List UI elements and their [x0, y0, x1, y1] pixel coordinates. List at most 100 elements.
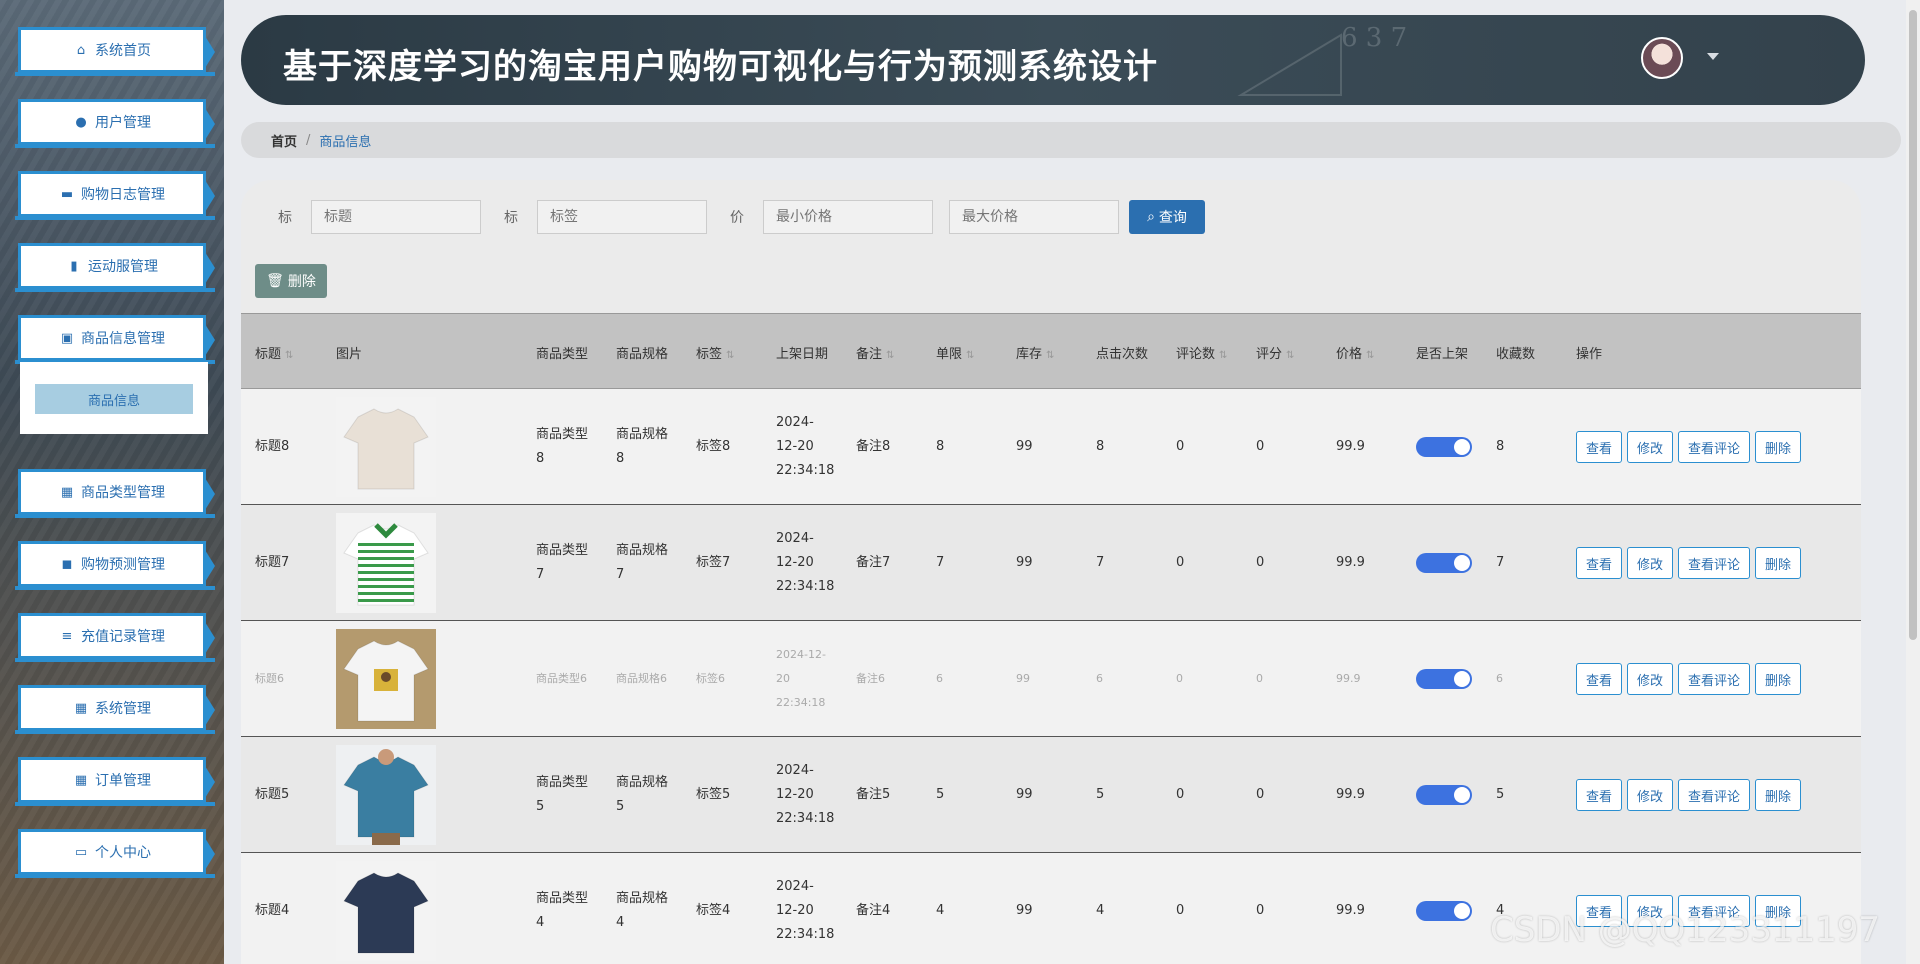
sidebar-item-shopping-log[interactable]: ▬ 购物日志管理	[15, 171, 215, 220]
view-button[interactable]: 查看	[1576, 779, 1623, 811]
cell-type: 商品类型4	[536, 891, 589, 930]
edit-button[interactable]: 修改	[1627, 779, 1674, 811]
scrollbar-thumb[interactable]	[1909, 10, 1917, 640]
col-score[interactable]: 评分 ⇅	[1256, 343, 1294, 362]
cell-fav: 7	[1496, 555, 1505, 570]
view-comments-button[interactable]: 查看评论	[1678, 779, 1751, 811]
cell-spec: 商品规格8	[616, 427, 669, 466]
sidebar-item-system[interactable]: ▦ 系统管理	[15, 685, 215, 734]
product-image[interactable]	[336, 745, 436, 845]
edit-button[interactable]: 修改	[1627, 431, 1674, 463]
sidebar-item-label: 商品类型管理	[81, 485, 165, 501]
cell-limit: 6	[936, 672, 943, 685]
sidebar-item-product-info[interactable]: ▣ 商品信息管理	[15, 315, 215, 364]
col-stock[interactable]: 库存 ⇅	[1016, 343, 1054, 362]
cell-price: 99.9	[1336, 555, 1365, 570]
edit-button[interactable]: 修改	[1627, 663, 1674, 695]
table-row: 标题6 商品类型6 商品规格6 标签6 2024-12-20 22:34:18 备注6 6 9…	[241, 621, 1861, 737]
sidebar-item-label: 购物预测管理	[81, 557, 165, 573]
product-image[interactable]	[336, 861, 436, 961]
col-tag[interactable]: 标签 ⇅	[696, 343, 734, 362]
online-toggle[interactable]	[1416, 785, 1472, 805]
cell-score: 0	[1256, 555, 1265, 570]
sidebar-item-label: 商品信息管理	[81, 331, 165, 347]
delete-button[interactable]: 删除	[1755, 547, 1802, 579]
sidebar-item-users[interactable]: ● 用户管理	[15, 99, 215, 148]
sidebar-item-product-type[interactable]: ▦ 商品类型管理	[15, 469, 215, 518]
avatar[interactable]	[1641, 37, 1683, 79]
product-image[interactable]	[336, 397, 436, 497]
cell-title: 标题6	[255, 672, 284, 685]
table-body: 标题8 商品类型8 商品规格8 标签8 2024-12-20 22:34:18 备注8 8 9…	[241, 389, 1861, 964]
sidebar-item-label: 系统首页	[95, 43, 151, 59]
view-comments-button[interactable]: 查看评论	[1678, 431, 1751, 463]
breadcrumb-current: 商品信息	[319, 134, 372, 150]
submenu-item-product-info[interactable]: 商品信息	[35, 384, 193, 414]
col-price[interactable]: 价格 ⇅	[1336, 343, 1374, 362]
search-button[interactable]: ⌕ 查询	[1129, 200, 1205, 234]
sidebar-item-orders[interactable]: ▦ 订单管理	[15, 757, 215, 806]
sidebar-item-label: 订单管理	[95, 773, 151, 789]
cell-limit: 4	[936, 903, 945, 918]
view-button[interactable]: 查看	[1576, 663, 1623, 695]
breadcrumb-home[interactable]: 首页	[271, 131, 297, 150]
card-icon: ▭	[74, 844, 88, 860]
delete-button[interactable]: 删除	[1755, 663, 1802, 695]
product-image[interactable]	[336, 513, 436, 613]
product-image[interactable]	[336, 629, 436, 729]
online-toggle[interactable]	[1416, 669, 1472, 689]
col-title[interactable]: 标题 ⇅	[255, 343, 293, 362]
online-toggle[interactable]	[1416, 437, 1472, 457]
sidebar-item-label: 系统管理	[95, 701, 151, 717]
online-toggle[interactable]	[1416, 553, 1472, 573]
min-price-input[interactable]	[763, 200, 933, 234]
col-comments[interactable]: 评论数 ⇅	[1176, 343, 1227, 362]
col-date: 上架日期	[776, 347, 829, 362]
main-panel: 标 标 价 ⌕查询 🗑删除 标题⇅ 图片 商品类型 商品规格 标签⇅ 上架日期 …	[241, 180, 1861, 964]
cell-spec: 商品规格7	[616, 543, 669, 582]
cell-price: 99.9	[1336, 439, 1365, 454]
cell-fav: 6	[1496, 672, 1503, 685]
col-actions: 操作	[1576, 347, 1603, 362]
monitor-icon: ▬	[60, 186, 74, 202]
cell-limit: 7	[936, 555, 945, 570]
price-filter-label: 价	[730, 210, 744, 226]
max-price-input[interactable]	[949, 200, 1119, 234]
batch-delete-button[interactable]: 🗑 删除	[255, 264, 327, 298]
chevron-down-icon[interactable]	[1707, 53, 1719, 60]
online-toggle[interactable]	[1416, 901, 1472, 921]
sidebar-item-recharge[interactable]: ≡ 充值记录管理	[15, 613, 215, 662]
cell-limit: 8	[936, 439, 945, 454]
title-filter-input[interactable]	[311, 200, 481, 234]
cell-date: 2024-12-20 22:34:18	[776, 648, 826, 709]
cell-spec: 商品规格4	[616, 891, 669, 930]
delete-button[interactable]: 删除	[1755, 431, 1802, 463]
sidebar-item-profile[interactable]: ▭ 个人中心	[15, 829, 215, 878]
cell-stock: 99	[1016, 439, 1033, 454]
cell-title: 标题8	[255, 439, 290, 454]
view-comments-button[interactable]: 查看评论	[1678, 547, 1751, 579]
col-limit[interactable]: 单限 ⇅	[936, 343, 974, 362]
view-comments-button[interactable]: 查看评论	[1678, 663, 1751, 695]
tag-filter-input[interactable]	[537, 200, 707, 234]
view-button[interactable]: 查看	[1576, 547, 1623, 579]
grid-icon: ▦	[74, 772, 88, 788]
scrollbar[interactable]	[1906, 0, 1920, 964]
cell-clicks: 6	[1096, 672, 1103, 685]
cell-comments: 0	[1176, 439, 1185, 454]
delete-button[interactable]: 删除	[1755, 779, 1802, 811]
view-button[interactable]: 查看	[1576, 431, 1623, 463]
search-button-label: 查询	[1158, 210, 1187, 226]
chalk-triangle-decoration	[1237, 33, 1342, 96]
cell-date: 2024-12-20 22:34:18	[776, 531, 835, 594]
cell-score: 0	[1256, 903, 1265, 918]
search-icon: ⌕	[1147, 209, 1155, 225]
sidebar-item-sportswear[interactable]: ▮ 运动服管理	[15, 243, 215, 292]
col-note[interactable]: 备注 ⇅	[856, 343, 894, 362]
sidebar-item-home[interactable]: ⌂ 系统首页	[15, 27, 215, 76]
sidebar-item-label: 充值记录管理	[81, 629, 165, 645]
col-online: 是否上架	[1416, 347, 1469, 362]
cell-comments: 0	[1176, 555, 1185, 570]
edit-button[interactable]: 修改	[1627, 547, 1674, 579]
sidebar-item-shopping-forecast[interactable]: ◼ 购物预测管理	[15, 541, 215, 590]
